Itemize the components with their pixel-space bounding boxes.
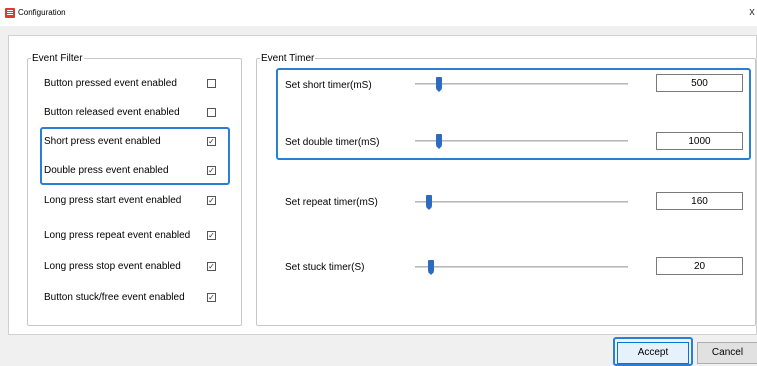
short-timer-label: Set short timer(mS)	[285, 80, 372, 91]
title-bar: Configuration x	[0, 0, 757, 26]
checkbox-short-press[interactable]: ✓	[207, 137, 216, 146]
double-timer-slider[interactable]	[415, 134, 628, 149]
short-timer-input[interactable]	[656, 74, 743, 92]
slider-thumb[interactable]	[428, 260, 434, 275]
cancel-button[interactable]: Cancel	[697, 342, 757, 364]
close-icon[interactable]: x	[747, 4, 757, 20]
filter-label: Button stuck/free event enabled	[44, 292, 185, 303]
checkbox-long-press-start[interactable]: ✓	[207, 196, 216, 205]
slider-thumb[interactable]	[436, 134, 442, 149]
filter-label: Long press repeat event enabled	[44, 230, 191, 241]
stuck-timer-label: Set stuck timer(S)	[285, 262, 365, 273]
event-filter-group: Event Filter	[27, 53, 242, 326]
window-title: Configuration	[18, 8, 66, 17]
repeat-timer-slider[interactable]	[415, 195, 628, 210]
checkbox-button-pressed[interactable]	[207, 79, 216, 88]
app-icon	[5, 8, 15, 18]
double-timer-input[interactable]	[656, 132, 743, 150]
accept-button[interactable]: Accept	[617, 342, 689, 364]
repeat-timer-input[interactable]	[656, 192, 743, 210]
repeat-timer-label: Set repeat timer(mS)	[285, 197, 378, 208]
double-timer-label: Set double timer(mS)	[285, 137, 380, 148]
checkbox-double-press[interactable]: ✓	[207, 166, 216, 175]
checkbox-long-press-repeat[interactable]: ✓	[207, 231, 216, 240]
filter-label: Double press event enabled	[44, 165, 169, 176]
filter-label: Button released event enabled	[44, 107, 180, 118]
event-filter-legend: Event Filter	[32, 53, 83, 64]
checkbox-button-stuck[interactable]: ✓	[207, 293, 216, 302]
slider-thumb[interactable]	[436, 77, 442, 92]
stuck-timer-input[interactable]	[656, 257, 743, 275]
filter-label: Long press start event enabled	[44, 195, 182, 206]
event-timer-legend: Event Timer	[261, 53, 315, 64]
event-timer-group: Event Timer	[256, 53, 756, 326]
filter-label: Button pressed event enabled	[44, 78, 177, 89]
short-timer-slider[interactable]	[415, 77, 628, 92]
filter-label: Short press event enabled	[44, 136, 161, 147]
checkbox-long-press-stop[interactable]: ✓	[207, 262, 216, 271]
stuck-timer-slider[interactable]	[415, 260, 628, 275]
slider-thumb[interactable]	[426, 195, 432, 210]
checkbox-button-released[interactable]	[207, 108, 216, 117]
filter-label: Long press stop event enabled	[44, 261, 181, 272]
